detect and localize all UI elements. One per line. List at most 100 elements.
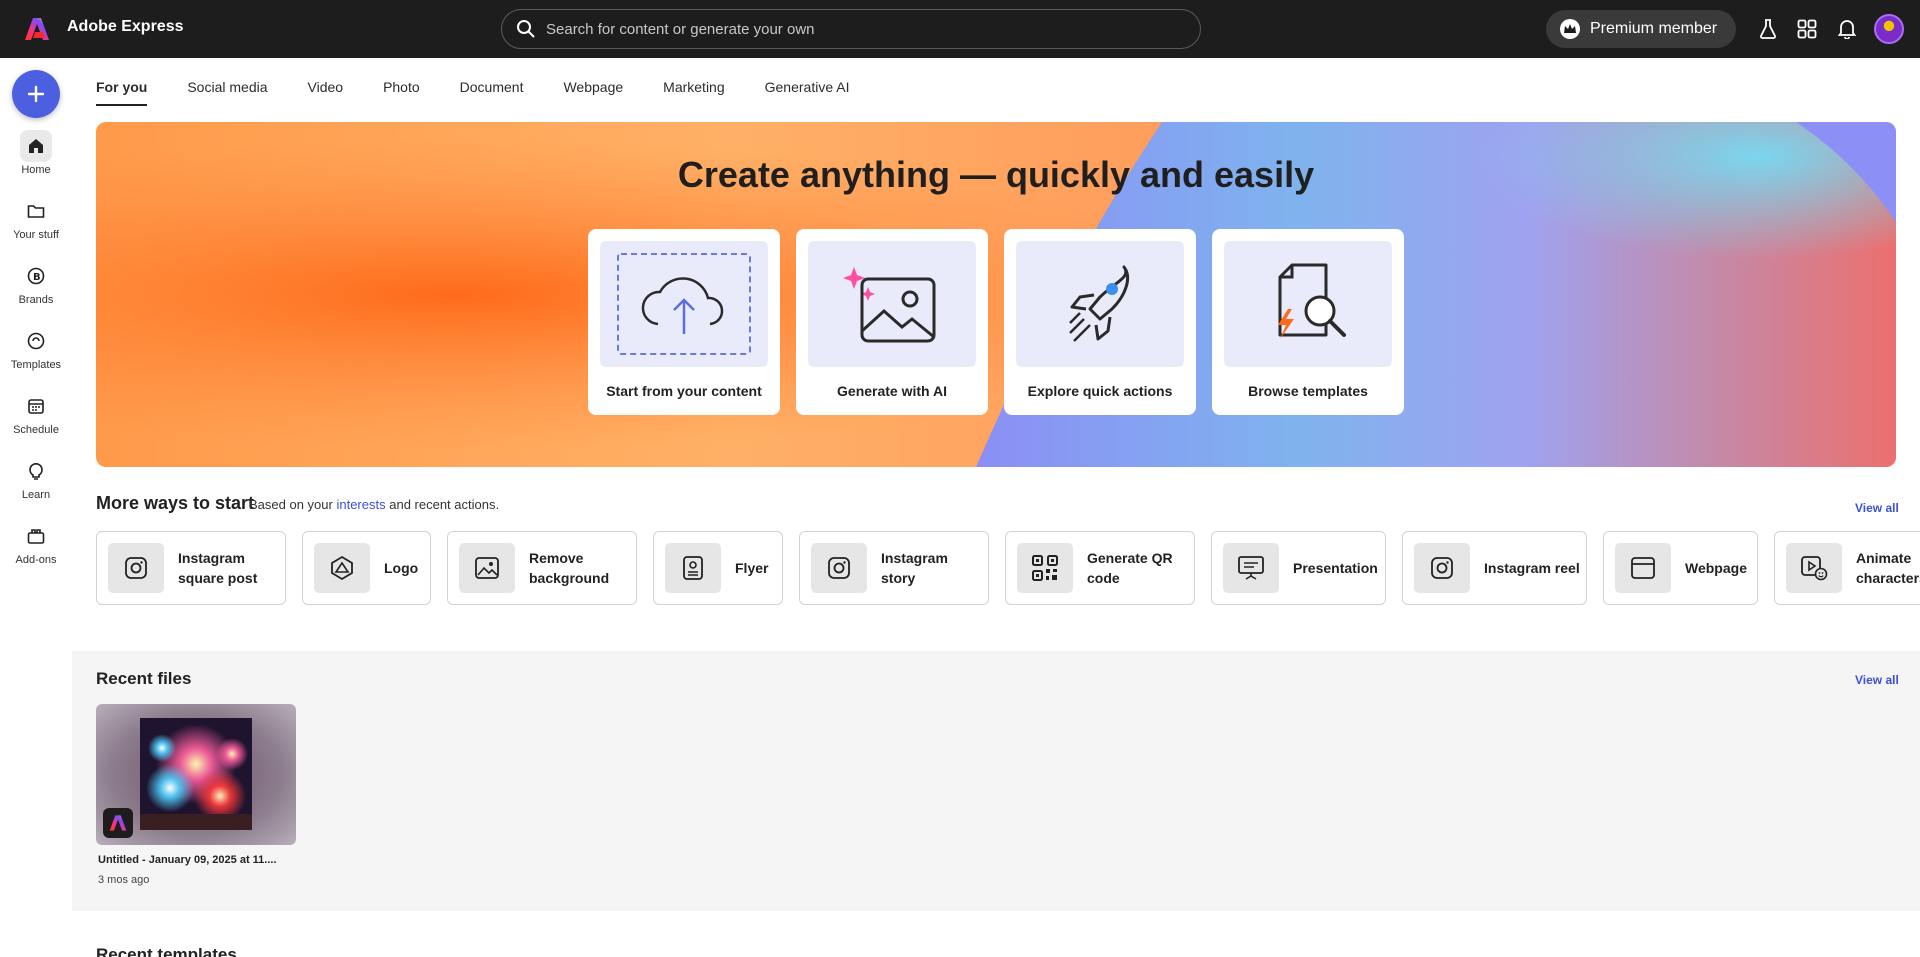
sidebar-label: Add-ons [15, 554, 57, 566]
rocket-icon [1069, 265, 1129, 342]
category-tabs: For you Social media Video Photo Documen… [96, 58, 889, 110]
explore-quick-actions-card[interactable]: Explore quick actions [1004, 229, 1196, 415]
sidebar-item-learn[interactable]: Learn [0, 455, 72, 501]
flyer-icon [665, 543, 721, 593]
file-modified-time: 3 mos ago [98, 874, 150, 886]
quick-action-label: Flyer [735, 560, 769, 576]
start-from-content-card[interactable]: Start from your content [588, 229, 780, 415]
browse-templates-card[interactable]: Browse templates [1212, 229, 1404, 415]
crown-icon [1560, 19, 1580, 39]
sidebar-item-home[interactable]: Home [0, 130, 72, 176]
templates-icon [20, 325, 52, 357]
quick-action-generate-qr-code[interactable]: Generate QR code [1005, 531, 1195, 605]
folder-icon [20, 195, 52, 227]
sidebar-item-schedule[interactable]: Schedule [0, 390, 72, 436]
tab-marketing[interactable]: Marketing [663, 58, 724, 108]
plus-icon [27, 85, 45, 103]
section-subtitle: Based on your interests and recent actio… [249, 497, 499, 512]
quick-action-label: Remove background [529, 550, 610, 586]
tab-webpage[interactable]: Webpage [563, 58, 623, 108]
left-sidebar: Home Your stuff B Brands Templates Sched… [0, 58, 72, 957]
file-name[interactable]: Untitled - January 09, 2025 at 11.... [98, 854, 277, 866]
animate-characters-icon [1786, 543, 1842, 593]
card-label: Explore quick actions [1027, 383, 1173, 399]
quick-action-logo[interactable]: Logo [302, 531, 431, 605]
labs-flask-icon[interactable] [1756, 17, 1780, 41]
quick-action-label: Webpage [1685, 560, 1747, 576]
user-avatar[interactable] [1874, 14, 1904, 44]
svg-text:B: B [33, 272, 41, 283]
quick-action-label: Animate characters [1856, 550, 1920, 586]
card-thumbnail [808, 241, 976, 367]
sidebar-item-add-ons[interactable]: Add-ons [0, 520, 72, 566]
quick-action-presentation[interactable]: Presentation [1211, 531, 1386, 605]
sidebar-label: Templates [10, 359, 62, 371]
lightbulb-icon [20, 455, 52, 487]
quick-action-label: Instagram story [881, 550, 948, 586]
search-input[interactable] [546, 20, 1166, 38]
premium-member-button[interactable]: Premium member [1546, 10, 1736, 48]
recent-file-card[interactable] [96, 704, 296, 845]
card-label: Browse templates [1248, 383, 1368, 399]
home-icon [20, 130, 52, 162]
quick-action-flyer[interactable]: Flyer [653, 531, 783, 605]
interests-link[interactable]: interests [336, 497, 385, 512]
tab-video[interactable]: Video [308, 58, 344, 108]
section-title-recent-templates: Recent templates [96, 945, 237, 957]
quick-action-remove-background[interactable]: Remove background [447, 531, 637, 605]
tab-social-media[interactable]: Social media [187, 58, 267, 108]
presentation-icon [1223, 543, 1279, 593]
top-bar: Adobe Express Premium member [0, 0, 1920, 58]
instagram-icon [811, 543, 867, 593]
recent-files-view-all-link[interactable]: View all [1855, 673, 1899, 687]
section-title-recent-files: Recent files [96, 669, 192, 688]
template-search-icon [1278, 263, 1346, 339]
search-bar[interactable] [501, 9, 1201, 49]
sidebar-label: Your stuff [13, 229, 59, 241]
instagram-icon [108, 543, 164, 593]
sidebar-item-your-stuff[interactable]: Your stuff [0, 195, 72, 241]
tab-for-you[interactable]: For you [96, 58, 148, 108]
hero-title: Create anything — quickly and easily [677, 154, 1315, 195]
card-thumbnail [1016, 241, 1184, 367]
subtitle-suffix: and recent actions. [389, 497, 500, 512]
sidebar-label: Home [21, 164, 51, 176]
quick-action-label: Instagram reel [1484, 560, 1580, 576]
quick-action-instagram-reel[interactable]: Instagram reel [1402, 531, 1587, 605]
tab-photo[interactable]: Photo [383, 58, 420, 108]
generate-with-ai-card[interactable]: Generate with AI [796, 229, 988, 415]
sidebar-item-templates[interactable]: Templates [0, 325, 72, 371]
card-label: Generate with AI [837, 383, 947, 399]
adobe-express-badge-icon [103, 808, 133, 838]
quick-action-instagram-story[interactable]: Instagram story [799, 531, 989, 605]
adobe-express-logo[interactable] [24, 16, 50, 42]
cloud-upload-icon [617, 253, 751, 355]
app-name[interactable]: Adobe Express [67, 18, 183, 36]
tab-document[interactable]: Document [460, 58, 524, 108]
more-ways-view-all-link[interactable]: View all [1855, 501, 1899, 515]
brand-icon: B [20, 260, 52, 292]
calendar-icon [20, 390, 52, 422]
sidebar-label: Schedule [13, 424, 59, 436]
sidebar-label: Learn [21, 489, 51, 501]
card-label: Start from your content [606, 383, 762, 399]
tab-generative-ai[interactable]: Generative AI [765, 58, 850, 108]
recent-files-section: Recent files View all Untitled - January… [72, 651, 1920, 911]
quick-action-animate-characters[interactable]: Animate characters [1774, 531, 1920, 605]
create-new-button[interactable] [12, 70, 60, 118]
logo-icon [314, 543, 370, 593]
card-thumbnail [600, 241, 768, 367]
sidebar-item-brands[interactable]: B Brands [0, 260, 72, 306]
quick-action-label: Generate QR code [1087, 550, 1173, 586]
quick-action-instagram-square-post[interactable]: Instagram square post [96, 531, 286, 605]
card-thumbnail [1224, 241, 1392, 367]
ai-image-icon [843, 267, 936, 343]
instagram-icon [1414, 543, 1470, 593]
quick-action-webpage[interactable]: Webpage [1603, 531, 1758, 605]
section-title-more-ways: More ways to start [96, 493, 255, 513]
apps-grid-icon[interactable] [1795, 17, 1819, 41]
subtitle-prefix: Based on your [249, 497, 333, 512]
notifications-bell-icon[interactable] [1835, 17, 1859, 41]
quick-action-label: Instagram square post [178, 550, 258, 586]
remove-background-icon [459, 543, 515, 593]
